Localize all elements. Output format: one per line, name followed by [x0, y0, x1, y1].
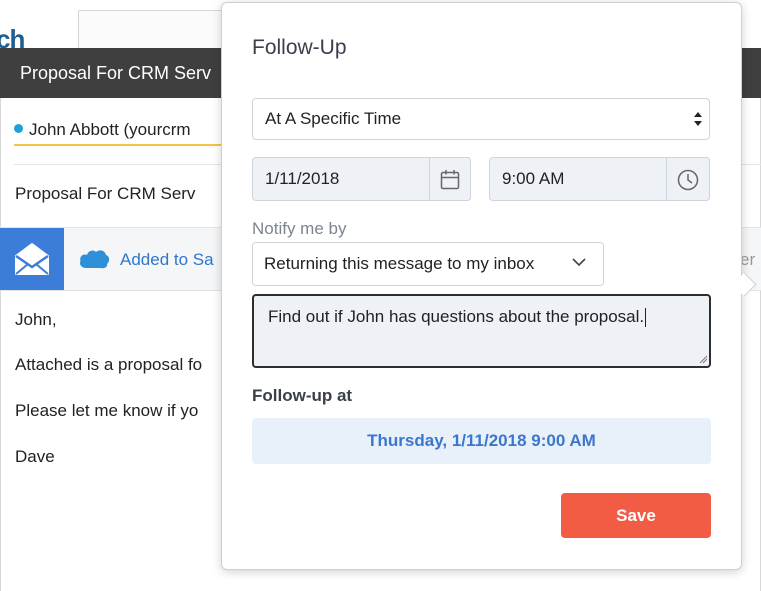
- body-line: Attached is a proposal fo: [15, 355, 203, 374]
- notify-label: Notify me by: [252, 219, 347, 238]
- body-line: John,: [15, 310, 57, 329]
- recipient-field[interactable]: John Abbott (yourcrm: [14, 120, 224, 146]
- subject-field[interactable]: Proposal For CRM Serv: [15, 184, 195, 204]
- save-button[interactable]: Save: [561, 493, 711, 538]
- salesforce-cloud-icon: [80, 250, 110, 269]
- body-line: Dave: [15, 447, 55, 466]
- calendar-icon: [440, 170, 460, 190]
- followup-popover: [221, 2, 742, 570]
- envelope-icon: [15, 243, 49, 275]
- notify-method-select[interactable]: Returning this message to my inbox: [252, 242, 604, 286]
- resize-grip-icon[interactable]: [698, 354, 708, 364]
- recipient-chip[interactable]: John Abbott (yourcrm: [29, 120, 191, 139]
- addon-status-text[interactable]: Added to Sa: [120, 250, 214, 270]
- body-line: Please let me know if yo: [15, 401, 199, 420]
- addon-overflow-text: er: [740, 250, 756, 269]
- addon-envelope-button[interactable]: [0, 228, 64, 290]
- followup-at-label: Follow-up at: [252, 386, 353, 405]
- select-arrows-icon: [694, 112, 702, 126]
- date-picker-button[interactable]: [429, 157, 471, 201]
- followup-note-textarea[interactable]: Find out if John has questions about the…: [252, 294, 711, 368]
- chevron-down-icon: [572, 258, 586, 267]
- recipient-status-dot: [14, 124, 23, 134]
- clock-icon: [677, 169, 699, 191]
- followup-at-value: Thursday, 1/11/2018 9:00 AM: [252, 418, 711, 464]
- timing-select[interactable]: At A Specific Time: [252, 98, 710, 140]
- note-text: Find out if John has questions about the…: [268, 307, 645, 326]
- time-picker-button[interactable]: [666, 157, 710, 201]
- timing-select-value: At A Specific Time: [265, 109, 402, 128]
- text-caret: [645, 308, 647, 328]
- popover-title: Follow-Up: [252, 36, 347, 59]
